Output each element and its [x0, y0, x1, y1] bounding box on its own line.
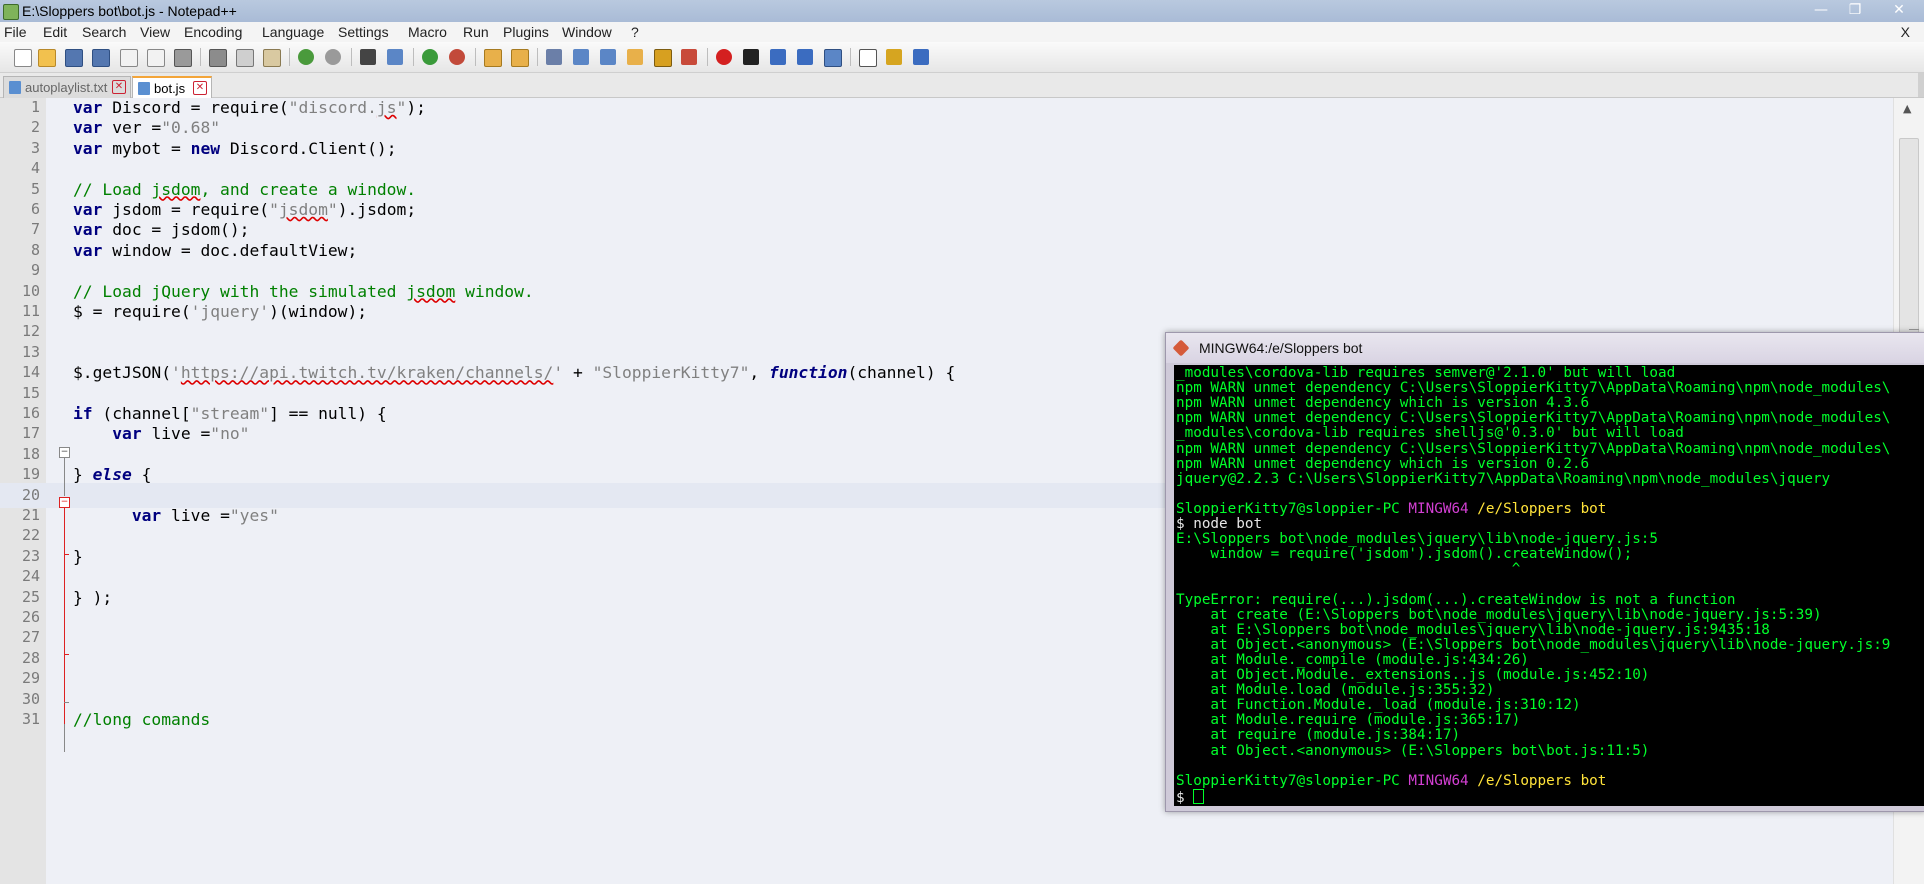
tab-label: bot.js	[154, 81, 186, 96]
menu-settings[interactable]: Settings	[338, 24, 389, 40]
terminal-window[interactable]: MINGW64:/e/Sloppers bot _modules\cordova…	[1165, 332, 1924, 812]
menu-macro[interactable]: Macro	[408, 24, 447, 40]
show-all-chars-icon[interactable]	[573, 49, 589, 65]
menu-search[interactable]: Search	[82, 24, 126, 40]
tab-bar-edge	[1918, 73, 1924, 97]
git-bash-icon	[1172, 339, 1190, 357]
sync-h-icon[interactable]	[511, 49, 529, 67]
terminal-line: SloppierKitty7@sloppier-PC MINGW64 /e/Sl…	[1176, 772, 1607, 789]
fold-icon[interactable]	[627, 49, 643, 65]
terminal-line: npm WARN unmet dependency which is versi…	[1176, 455, 1590, 472]
terminal-line: at Module._compile (module.js:434:26)	[1176, 651, 1529, 668]
menu-run[interactable]: Run	[463, 24, 489, 40]
terminal-line: at Object.Module._extensions..js (module…	[1176, 667, 1650, 683]
redo-icon[interactable]	[325, 49, 341, 65]
terminal-title: MINGW64:/e/Sloppers bot	[1199, 340, 1363, 356]
fold-toggle-icon[interactable]: −	[59, 447, 70, 458]
terminal-cursor	[1193, 788, 1205, 804]
terminal-line: $ node bot	[1176, 516, 1263, 532]
terminal-line: SloppierKitty7@sloppier-PC MINGW64 /e/Sl…	[1176, 500, 1607, 517]
tab-close-icon[interactable]: ✕	[112, 80, 126, 94]
save-macro-icon[interactable]	[824, 49, 842, 67]
zoom-out-icon[interactable]	[449, 49, 465, 65]
fold-toggle-icon[interactable]: −	[59, 497, 70, 508]
tab-close-icon[interactable]: ✕	[193, 81, 207, 95]
menu-help[interactable]: ?	[631, 24, 639, 40]
print-icon[interactable]	[174, 49, 192, 67]
doc-map-icon[interactable]	[654, 49, 672, 67]
terminal-title-bar[interactable]: MINGW64:/e/Sloppers bot	[1166, 333, 1924, 363]
file-icon	[138, 82, 150, 95]
terminal-line: _modules\cordova-lib requires semver@'2.…	[1176, 365, 1676, 381]
terminal-line: at Module.require (module.js:365:17)	[1176, 712, 1521, 729]
spell-change-icon[interactable]	[913, 49, 929, 65]
find-icon[interactable]	[360, 49, 376, 65]
menu-window[interactable]: Window	[562, 24, 612, 40]
terminal-line: window = require('jsdom').jsdom().create…	[1176, 546, 1633, 563]
terminal-line: at Function.Module._load (module.js:310:…	[1176, 697, 1581, 714]
terminal-line: ^	[1176, 561, 1521, 578]
spell-next-icon[interactable]	[886, 49, 902, 65]
play-multiple-icon[interactable]	[797, 49, 813, 65]
play-macro-icon[interactable]	[770, 49, 786, 65]
indent-guide-icon[interactable]	[600, 49, 616, 65]
notepadpp-app-icon	[3, 4, 19, 20]
close-icon[interactable]	[120, 49, 138, 67]
menu-edit[interactable]: Edit	[43, 24, 67, 40]
line-number: 31	[21, 710, 40, 728]
record-macro-icon[interactable]	[716, 49, 732, 65]
toolbar	[0, 42, 1924, 73]
close-document-button[interactable]: X	[1901, 24, 1910, 40]
save-icon[interactable]	[65, 49, 83, 67]
scroll-up-icon[interactable]: ▲	[1903, 102, 1911, 115]
zoom-in-icon[interactable]	[422, 49, 438, 65]
word-wrap-icon[interactable]	[546, 49, 562, 65]
terminal-line: $	[1176, 788, 1205, 805]
cut-icon[interactable]	[209, 49, 227, 67]
spell-check-icon[interactable]	[859, 49, 877, 67]
menu-encoding[interactable]: Encoding	[184, 24, 242, 40]
tab-label: autoplaylist.txt	[25, 80, 108, 95]
copy-icon[interactable]	[236, 49, 254, 67]
terminal-line: at Object.<anonymous> (E:\Sloppers bot\n…	[1176, 636, 1891, 653]
window-title: E:\Sloppers bot\bot.js - Notepad++	[22, 3, 237, 19]
terminal-line: at create (E:\Sloppers bot\node_modules\…	[1176, 606, 1822, 623]
minimize-button[interactable]: —	[1804, 0, 1838, 20]
maximize-button[interactable]: ❐	[1838, 0, 1872, 20]
terminal-line: at E:\Sloppers bot\node_modules\jquery\l…	[1176, 621, 1770, 638]
open-file-icon[interactable]	[38, 49, 56, 67]
close-all-icon[interactable]	[147, 49, 165, 67]
menu-language[interactable]: Language	[262, 24, 324, 40]
file-icon	[9, 81, 21, 94]
sync-v-icon[interactable]	[484, 49, 502, 67]
close-window-button[interactable]: ✕	[1882, 0, 1916, 20]
function-list-icon[interactable]	[681, 49, 697, 65]
stop-record-icon[interactable]	[743, 49, 759, 65]
menu-bar: File Edit Search View Encoding Language …	[0, 22, 1924, 42]
terminal-line: npm WARN unmet dependency C:\Users\Slopp…	[1176, 410, 1891, 427]
menu-view[interactable]: View	[140, 24, 170, 40]
code-text: //long comands	[73, 710, 211, 729]
terminal-line: _modules\cordova-lib requires shelljs@'0…	[1176, 425, 1684, 442]
terminal-line: E:\Sloppers bot\node_modules\jquery\lib\…	[1176, 531, 1659, 548]
replace-icon[interactable]	[387, 49, 403, 65]
terminal-line: at Object.<anonymous> (E:\Sloppers bot\b…	[1176, 742, 1650, 759]
menu-plugins[interactable]: Plugins	[503, 24, 549, 40]
terminal-line: npm WARN unmet dependency C:\Users\Slopp…	[1176, 380, 1891, 397]
terminal-line: jquery@2.2.3 C:\Users\SloppierKitty7\App…	[1176, 470, 1831, 487]
terminal-line: TypeError: require(...).jsdom(...).creat…	[1176, 591, 1736, 608]
terminal-line: at require (module.js:384:17)	[1176, 727, 1461, 744]
terminal-line: npm WARN unmet dependency which is versi…	[1176, 395, 1590, 412]
save-all-icon[interactable]	[92, 49, 110, 67]
menu-file[interactable]: File	[4, 24, 27, 40]
new-file-icon[interactable]	[14, 49, 32, 67]
undo-icon[interactable]	[298, 49, 314, 65]
title-bar: E:\Sloppers bot\bot.js - Notepad++ — ❐ ✕	[0, 0, 1924, 23]
terminal-line: npm WARN unmet dependency C:\Users\Slopp…	[1176, 440, 1891, 457]
terminal-output[interactable]: _modules\cordova-lib requires semver@'2.…	[1174, 365, 1924, 806]
terminal-line: at Module.load (module.js:355:32)	[1176, 682, 1495, 699]
paste-icon[interactable]	[263, 49, 281, 67]
